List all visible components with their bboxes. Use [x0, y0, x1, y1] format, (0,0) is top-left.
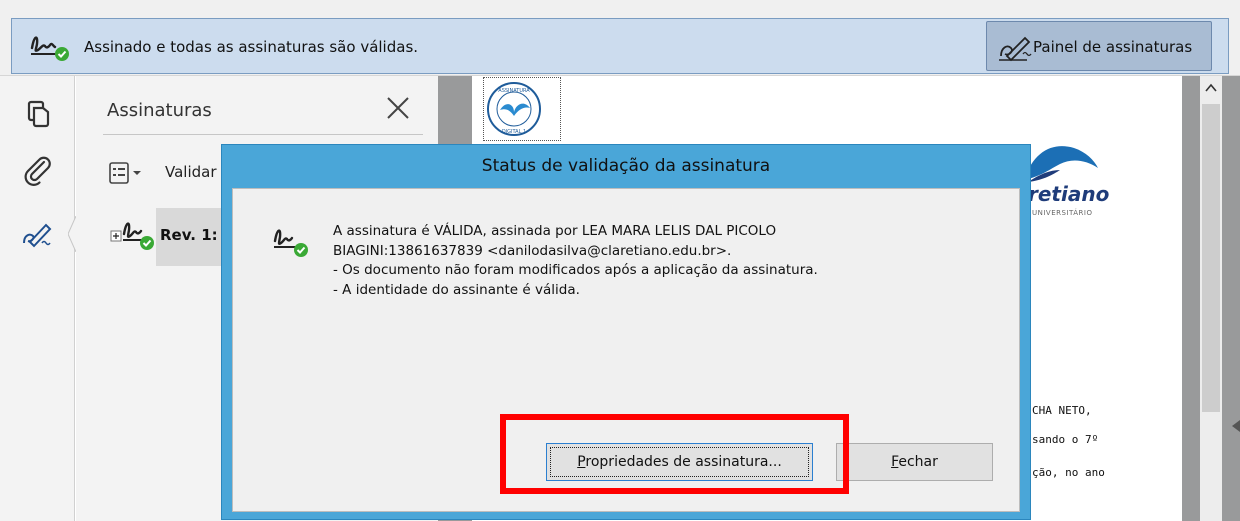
- digital-signature-stamp[interactable]: ASSINATURA DIGITAL 1: [483, 77, 561, 141]
- collapse-right-panel-icon[interactable]: [1230, 420, 1240, 432]
- focus-ring: [550, 447, 809, 477]
- document-text-line: sando o 7º: [1032, 433, 1099, 446]
- dialog-body: A assinatura é VÁLIDA, assinada por LEA …: [232, 188, 1020, 512]
- vertical-scrollbar-area: [1182, 76, 1240, 521]
- scroll-up-icon[interactable]: [1204, 82, 1218, 94]
- button-label: echar: [898, 454, 938, 470]
- signatures-panel-title: Assinaturas: [107, 100, 212, 121]
- signature-bar-area: Assinado e todas as assinaturas são váli…: [0, 0, 1240, 76]
- navigation-rail: [0, 76, 76, 521]
- scrollbar-thumb[interactable]: [1202, 104, 1220, 412]
- dialog-message-line: BIAGINI:13861637839 <danilodasilva@clare…: [333, 242, 732, 259]
- logo-subtitle: UNIVERSITÁRIO: [1032, 209, 1093, 217]
- signature-panel-button-label: Painel de assinaturas: [1033, 38, 1193, 56]
- pages-icon[interactable]: [22, 98, 54, 130]
- svg-text:ASSINATURA: ASSINATURA: [498, 88, 530, 94]
- panel-divider: [103, 134, 423, 135]
- svg-text:DIGITAL 1: DIGITAL 1: [502, 129, 526, 135]
- document-text-line: CHA NETO,: [1032, 404, 1092, 417]
- document-text-line: ção, no ano: [1032, 466, 1105, 479]
- signature-valid-icon: [30, 36, 69, 61]
- dialog-message-line: - A identidade do assinante é válida.: [333, 281, 580, 298]
- options-menu-icon[interactable]: [108, 160, 148, 186]
- active-tab-notch: [68, 216, 76, 252]
- signature-properties-button[interactable]: Propriedades de assinatura...: [546, 443, 813, 481]
- validate-menu-item[interactable]: Validar: [165, 163, 217, 181]
- scrollbar-track[interactable]: [1200, 76, 1222, 521]
- signature-panel-button[interactable]: Painel de assinaturas: [986, 21, 1212, 71]
- signature-pen-icon[interactable]: [22, 219, 54, 251]
- close-icon[interactable]: [382, 92, 414, 124]
- signature-status-bar: Assinado e todas as assinaturas são váli…: [11, 18, 1229, 74]
- signature-validation-dialog: Status de validação da assinatura A assi…: [221, 144, 1031, 520]
- signature-valid-icon: [273, 229, 308, 257]
- dialog-message: A assinatura é VÁLIDA, assinada por LEA …: [333, 222, 818, 300]
- close-button[interactable]: Fechar: [836, 443, 993, 481]
- signature-revision-label[interactable]: Rev. 1: /: [160, 226, 228, 244]
- dialog-title: Status de validação da assinatura: [481, 156, 771, 176]
- logo-wordmark: retiano: [1028, 182, 1110, 206]
- attachment-icon[interactable]: [22, 154, 54, 186]
- signature-seal-icon: ASSINATURA DIGITAL 1: [487, 82, 541, 136]
- expand-plus-icon[interactable]: [110, 230, 122, 242]
- signature-status-text: Assinado e todas as assinaturas são váli…: [84, 38, 419, 56]
- dialog-message-line: - Os documento não foram modificados apó…: [333, 262, 818, 278]
- dialog-message-line: A assinatura é VÁLIDA, assinada por LEA …: [333, 223, 777, 239]
- signature-valid-icon: [122, 222, 154, 250]
